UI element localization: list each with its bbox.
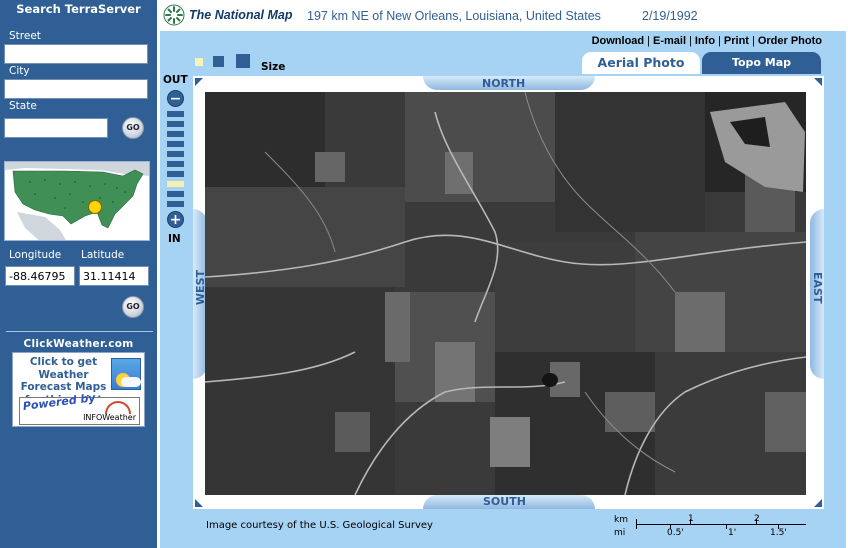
zoom-level-step[interactable] xyxy=(167,151,184,157)
city-label: City xyxy=(9,65,30,77)
aerial-photo-image[interactable] xyxy=(205,92,806,495)
zoom-level-step[interactable] xyxy=(167,201,184,207)
pan-south-button[interactable]: SOUTH xyxy=(483,495,526,508)
action-links: Download | E-mail | Info | Print | Order Photo xyxy=(591,35,822,47)
pan-east-button[interactable]: EAST xyxy=(811,272,824,303)
tab-aerial-photo[interactable]: Aerial Photo xyxy=(582,52,700,74)
pan-north-button[interactable]: NORTH xyxy=(482,77,525,90)
order-photo-link[interactable]: Order Photo xyxy=(758,35,822,47)
street-input[interactable] xyxy=(4,44,148,64)
email-link[interactable]: E-mail xyxy=(653,35,686,47)
sidebar-title: Search TerraServer xyxy=(16,2,141,16)
pan-southwest-icon[interactable] xyxy=(195,499,203,507)
size-small-button[interactable] xyxy=(195,58,203,66)
national-map-logo-text[interactable]: The National Map xyxy=(189,8,292,22)
size-medium-button[interactable] xyxy=(213,56,224,67)
coordinates-go-button[interactable]: GO xyxy=(122,296,144,318)
pan-southeast-icon[interactable] xyxy=(814,499,822,507)
scale-mi-tick-label: 0.5' xyxy=(667,528,684,538)
state-label: State xyxy=(9,100,37,112)
scale-mi-tick-label: 1.5' xyxy=(770,528,787,538)
zoom-level-step[interactable] xyxy=(167,161,184,167)
download-link[interactable]: Download xyxy=(592,35,645,47)
infoweather-badge[interactable]: Powered by INFOWeather xyxy=(19,391,140,425)
city-input[interactable] xyxy=(4,79,148,99)
national-map-logo-icon xyxy=(163,4,185,26)
scale-bar: km mi 1 2 0.5' 1' 1.5' xyxy=(610,513,810,543)
zoom-level-step[interactable] xyxy=(167,191,184,197)
size-label: Size xyxy=(261,61,286,73)
clickweather-ad[interactable]: Click to get Weather Forecast Maps for t… xyxy=(12,352,145,427)
latitude-input[interactable] xyxy=(79,266,149,286)
zoom-out-button[interactable]: − xyxy=(167,90,184,107)
scale-mi-label: mi xyxy=(614,528,626,538)
zoom-in-label: IN xyxy=(168,233,181,245)
sidebar-divider xyxy=(6,331,153,332)
zoom-level-step[interactable] xyxy=(167,131,184,137)
search-sidebar: Search TerraServer Street City State GO … xyxy=(0,0,157,548)
scale-tick-origin xyxy=(636,519,637,529)
longitude-input[interactable] xyxy=(5,266,75,286)
pan-northeast-icon[interactable] xyxy=(814,78,822,86)
image-courtesy-text: Image courtesy of the U.S. Geological Su… xyxy=(206,520,433,531)
address-go-button[interactable]: GO xyxy=(122,117,144,139)
header: The National Map 197 km NE of New Orlean… xyxy=(157,0,848,30)
location-marker-icon xyxy=(88,200,102,214)
pan-northwest-icon[interactable] xyxy=(195,78,203,86)
clickweather-title[interactable]: ClickWeather.com xyxy=(0,338,157,350)
scale-km-label: km xyxy=(614,515,628,525)
scale-mi-tick-label: 1' xyxy=(728,528,737,538)
image-date: 2/19/1992 xyxy=(642,9,698,23)
zoom-level-step[interactable] xyxy=(167,171,184,177)
us-locator-map[interactable] xyxy=(4,161,150,241)
infoweather-logo: INFOWeather xyxy=(83,413,136,422)
us-map-graphic xyxy=(5,162,149,240)
scale-mi-tick xyxy=(726,524,727,529)
info-link[interactable]: Info xyxy=(695,35,715,47)
zoom-level-step[interactable] xyxy=(167,141,184,147)
scale-km-tick-label: 1 xyxy=(688,514,694,524)
print-link[interactable]: Print xyxy=(724,35,749,47)
size-large-button[interactable] xyxy=(236,54,250,68)
zoom-in-button[interactable]: + xyxy=(167,211,184,228)
state-input[interactable] xyxy=(4,118,108,138)
scale-km-tick-label: 2 xyxy=(754,514,760,524)
scale-line xyxy=(636,524,806,525)
map-panel: Download | E-mail | Info | Print | Order Photo S… xyxy=(160,31,846,548)
weather-icon xyxy=(111,358,141,390)
street-label: Street xyxy=(9,30,41,42)
longitude-label: Longitude xyxy=(9,249,62,261)
zoom-level-step[interactable] xyxy=(167,181,184,187)
location-description: 197 km NE of New Orleans, Louisiana, Uni… xyxy=(307,9,601,23)
aerial-photo-graphic xyxy=(205,92,806,495)
zoom-out-label: OUT xyxy=(163,74,188,86)
tab-topo-map[interactable]: Topo Map xyxy=(702,52,821,74)
zoom-level-step[interactable] xyxy=(167,121,184,127)
latitude-label: Latitude xyxy=(81,249,125,261)
zoom-level-step[interactable] xyxy=(167,111,184,117)
